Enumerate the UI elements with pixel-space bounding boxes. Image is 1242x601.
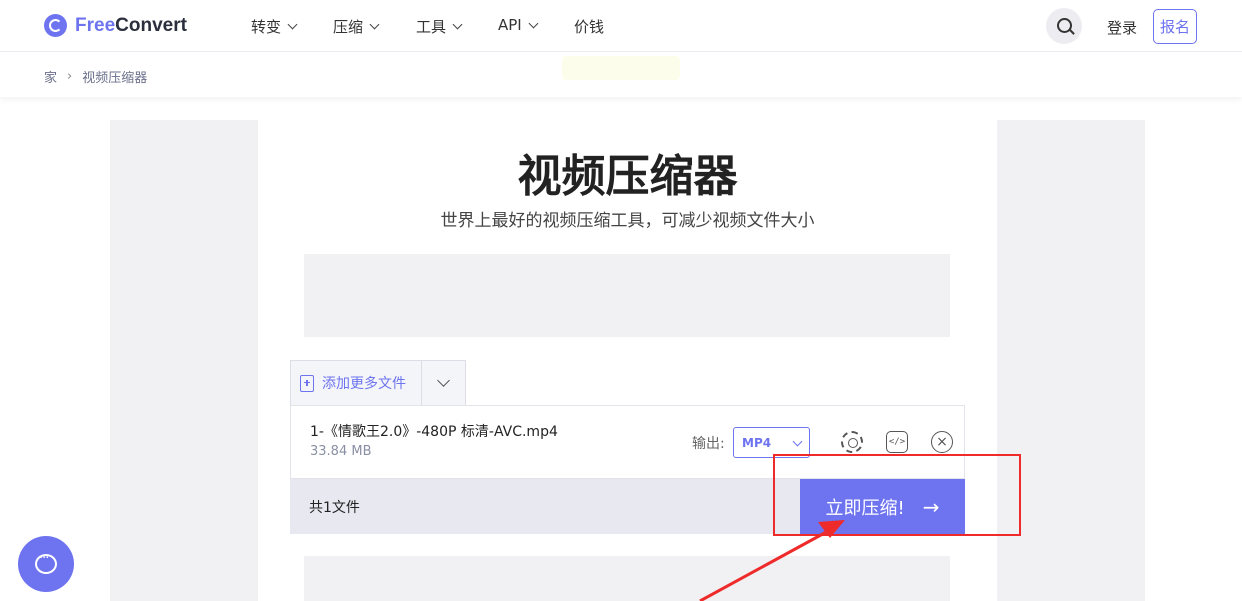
- breadcrumb: 家 › 视频压缩器: [44, 67, 147, 86]
- nav-convert[interactable]: 转变: [251, 16, 298, 37]
- signup-button[interactable]: 报名: [1153, 9, 1197, 44]
- search-icon[interactable]: [1046, 8, 1082, 44]
- add-source-dropdown[interactable]: [422, 361, 465, 405]
- nav-tools-label: 工具: [416, 18, 447, 36]
- output-format-value: MP4: [742, 435, 772, 450]
- code-embed-icon[interactable]: </>: [886, 431, 908, 453]
- chevron-down-icon: [452, 19, 463, 30]
- breadcrumb-current[interactable]: 视频压缩器: [82, 67, 147, 86]
- chevron-down-icon: [792, 436, 803, 447]
- page-subtitle: 世界上最好的视频压缩工具，可减少视频文件大小: [440, 211, 815, 231]
- add-more-files-label: 添加更多文件: [322, 376, 406, 392]
- nav-pricing-label: 价钱: [574, 18, 605, 36]
- chat-bubble-icon: [35, 551, 57, 574]
- nav-tools[interactable]: 工具: [416, 16, 463, 37]
- top-ad-slot: [304, 254, 950, 337]
- login-link[interactable]: 登录: [1107, 17, 1137, 38]
- add-more-files-button[interactable]: 添加更多文件: [291, 361, 422, 405]
- left-ad-slot: [110, 120, 258, 601]
- chevron-down-icon: [437, 374, 450, 387]
- logo-text-free: Free: [75, 14, 116, 36]
- nav-pricing[interactable]: 价钱: [574, 16, 604, 37]
- nav-compress[interactable]: 压缩: [333, 16, 380, 37]
- remove-file-icon[interactable]: ×: [931, 431, 953, 453]
- logo-icon: [44, 14, 67, 37]
- add-more-files-group: 添加更多文件: [290, 360, 466, 406]
- settings-gear-icon[interactable]: [841, 431, 863, 453]
- nav-api-label: API: [498, 16, 522, 34]
- annotation-highlight-box: [773, 454, 1021, 536]
- file-add-icon: [300, 374, 314, 392]
- file-size: 33.84 MB: [310, 444, 372, 459]
- faded-banner: [562, 56, 680, 80]
- page-title: 视频压缩器: [517, 151, 738, 202]
- freeconvert-logo[interactable]: FreeConvert: [44, 14, 187, 37]
- chevron-down-icon: [369, 19, 380, 30]
- logo-text-convert: Convert: [115, 14, 187, 36]
- top-navbar: FreeConvert 转变 压缩 工具 API 价钱 登录 报名: [0, 0, 1242, 52]
- bottom-ad-slot: [304, 556, 950, 601]
- chevron-down-icon: [287, 19, 298, 30]
- chat-button[interactable]: [18, 536, 74, 592]
- file-name: 1-《情歌王2.0》-480P 标清-AVC.mp4: [310, 424, 558, 440]
- nav-convert-label: 转变: [251, 18, 282, 36]
- file-count: 共1文件: [309, 500, 360, 516]
- chevron-right-icon: ›: [67, 69, 73, 84]
- chevron-down-icon: [528, 18, 539, 28]
- output-label: 输出:: [692, 436, 725, 452]
- breadcrumb-home[interactable]: 家: [44, 67, 57, 86]
- nav-api[interactable]: API: [498, 16, 539, 34]
- nav-compress-label: 压缩: [333, 18, 364, 36]
